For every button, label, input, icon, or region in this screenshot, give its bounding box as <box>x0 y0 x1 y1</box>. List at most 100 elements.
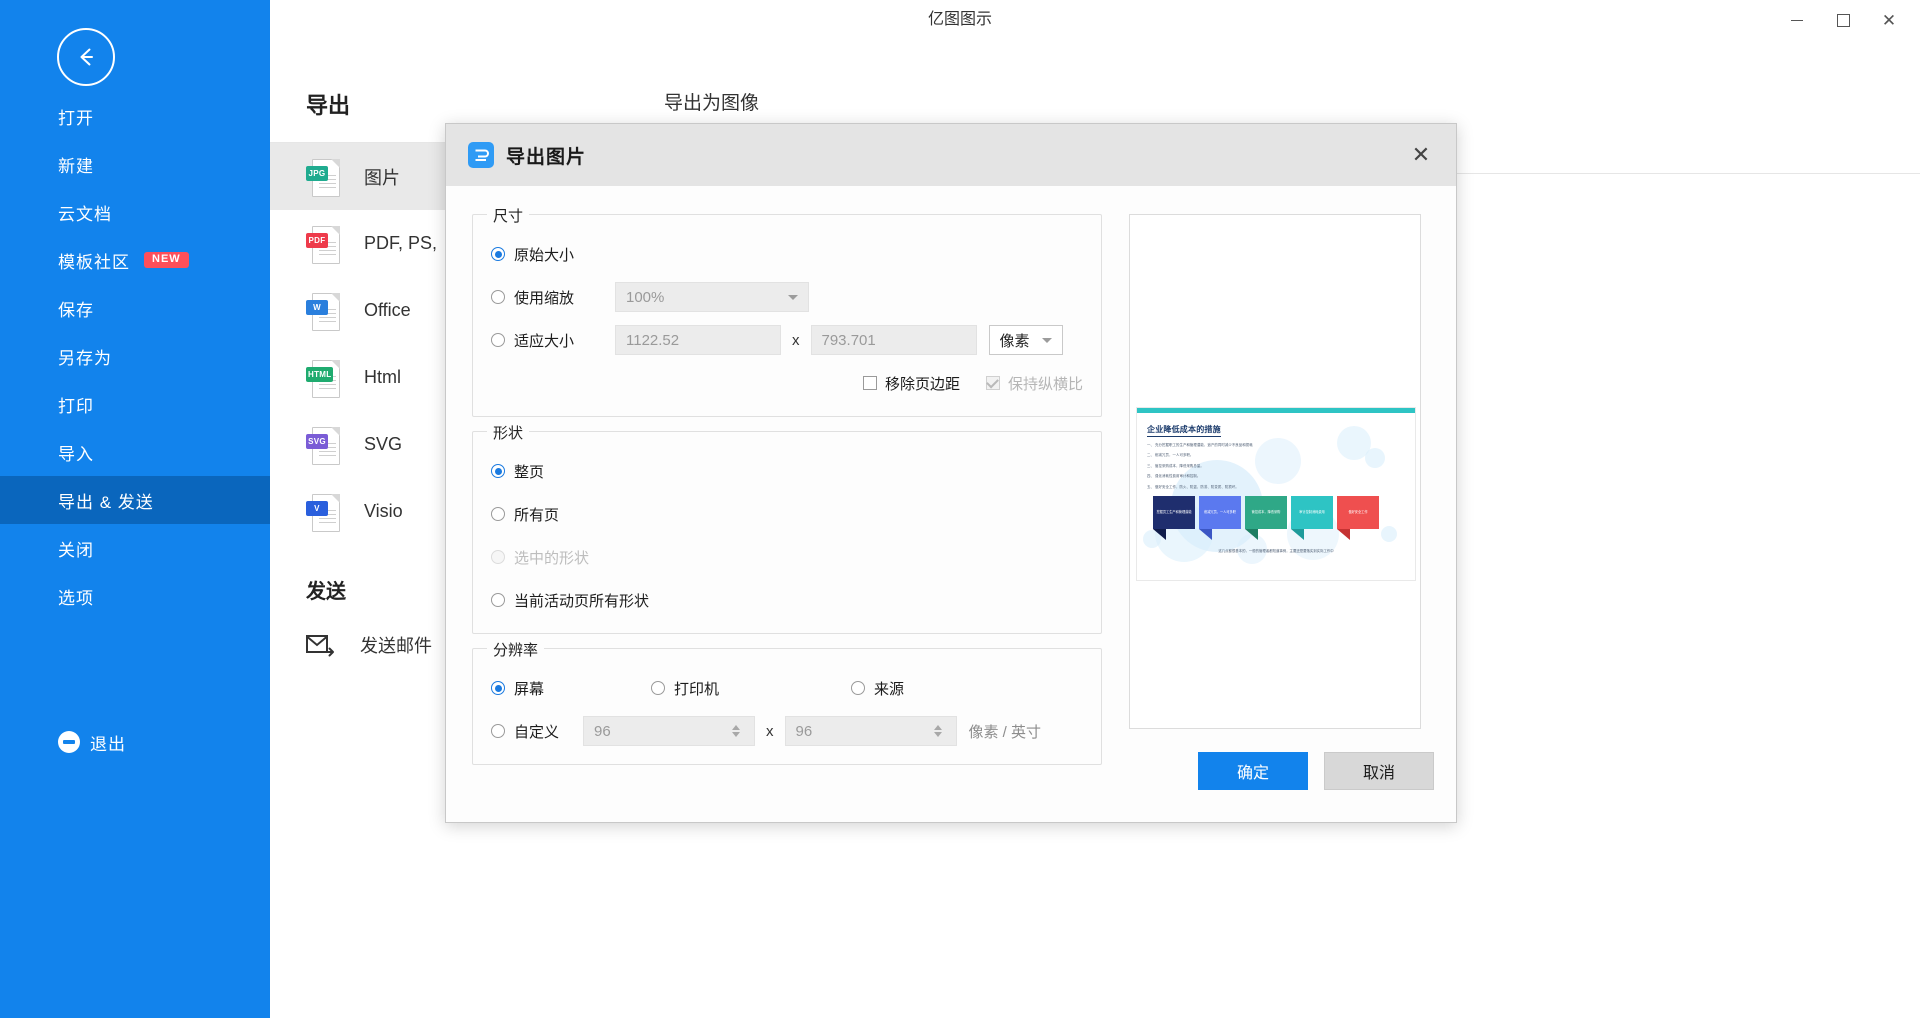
sidebar-item-close[interactable]: 关闭 <box>0 524 270 572</box>
shape-group: 形状 整页 所有页 选中的形状 当前活动页所有形状 <box>472 422 1102 634</box>
send-item-label: 发送邮件 <box>360 636 432 656</box>
sidebar-item-label: 保存 <box>58 300 94 320</box>
sidebar-item-label: 另存为 <box>58 348 112 368</box>
sidebar-item-template-community[interactable]: 模板社区 NEW <box>0 236 270 284</box>
radio-selected-shapes: 选中的形状 <box>491 547 589 568</box>
sidebar-item-label: 退出 <box>90 734 126 754</box>
scale-select[interactable]: 100% <box>615 282 809 312</box>
checkbox-box-icon <box>862 376 877 390</box>
shape-group-legend: 形状 <box>487 422 530 443</box>
radio-dot-icon <box>491 550 505 564</box>
jpg-file-icon: JPG <box>306 157 340 197</box>
maximize-icon <box>1836 13 1850 27</box>
radio-label: 所有页 <box>514 506 560 524</box>
radio-source-dpi[interactable]: 来源 <box>851 678 904 699</box>
back-arrow-icon <box>80 48 93 66</box>
minimize-icon <box>1791 19 1803 21</box>
size-unit-select[interactable]: 像素 <box>988 325 1063 355</box>
sidebar-menu: 打开 新建 云文档 模板社区 NEW 保存 另存为 打印 导入 导出 & 发送 … <box>0 92 270 620</box>
sidebar-item-label: 模板社区 <box>58 252 130 272</box>
sidebar-item-options[interactable]: 选项 <box>0 572 270 620</box>
dialog-title: 导出图片 <box>506 146 587 168</box>
size-checkbox-row: 移除页边距 保持纵横比 <box>491 366 1083 400</box>
word-file-icon: W <box>306 291 340 331</box>
sidebar-item-label: 选项 <box>58 588 94 608</box>
dialog-body: 尺寸 原始大小 使用缩放 100% 适应大小 1122.52 x 793.701… <box>446 186 1456 822</box>
radio-all-pages[interactable]: 所有页 <box>491 504 559 525</box>
export-item-label: Html <box>364 367 401 387</box>
new-badge: NEW <box>144 252 189 268</box>
radio-whole-page[interactable]: 整页 <box>491 461 544 482</box>
height-value: 793.701 <box>821 331 876 349</box>
preview-top-bar <box>1137 408 1415 413</box>
cancel-button[interactable]: 取消 <box>1324 752 1434 790</box>
radio-label: 整页 <box>514 463 545 481</box>
preview-body-lines: 一、 充分挖掘职工的生产和管理潜能，追产的同时减少不良品和损耗 二、 削减冗员，… <box>1147 442 1362 494</box>
sidebar-item-import[interactable]: 导入 <box>0 428 270 476</box>
export-item-label: Visio <box>364 501 403 521</box>
preview-line: 一、 充分挖掘职工的生产和管理潜能，追产的同时减少不良品和损耗 <box>1147 443 1253 447</box>
shape-option-row: 所有页 <box>491 497 1083 531</box>
size-original-row: 原始大小 <box>491 237 1083 271</box>
resolution-preset-row: 屏幕 打印机 来源 <box>491 671 1083 705</box>
radio-label: 适应大小 <box>514 332 575 350</box>
radio-label: 选中的形状 <box>514 549 590 567</box>
sidebar-item-save-as[interactable]: 另存为 <box>0 332 270 380</box>
radio-original-size[interactable]: 原始大小 <box>491 244 574 265</box>
export-item-label: PDF, PS, <box>364 233 438 253</box>
checkbox-keep-ratio: 保持纵横比 <box>985 373 1083 394</box>
radio-dot-icon <box>491 464 505 478</box>
shape-option-row: 选中的形状 <box>491 540 1083 574</box>
preview-ribbon-label: 削减冗员，一人可多职 <box>1199 496 1241 529</box>
preview-ribbon-label: 挖掘员工生产和管理潜能 <box>1153 496 1195 529</box>
maximize-button[interactable] <box>1820 2 1866 38</box>
preview-footer-text: 这几点都很基本的，一般的管理者都知道事例，主要还是要落实到实际工作中 <box>1218 549 1334 553</box>
svg-file-icon: SVG <box>306 425 340 465</box>
export-item-label: SVG <box>364 434 403 454</box>
dimension-separator: x <box>792 331 800 349</box>
resolution-group-legend: 分辨率 <box>487 639 545 660</box>
sidebar-item-open[interactable]: 打开 <box>0 92 270 140</box>
preview-ribbon: 削减冗员，一人可多职 <box>1199 496 1241 540</box>
width-input[interactable]: 1122.52 <box>615 325 781 355</box>
sidebar-item-new[interactable]: 新建 <box>0 140 270 188</box>
close-icon: ✕ <box>1881 10 1897 30</box>
sidebar-item-print[interactable]: 打印 <box>0 380 270 428</box>
size-group: 尺寸 原始大小 使用缩放 100% 适应大小 1122.52 x 793.701… <box>472 205 1102 417</box>
sidebar-item-export-send[interactable]: 导出 & 发送 <box>0 476 270 524</box>
radio-printer-dpi[interactable]: 打印机 <box>651 678 851 699</box>
radio-dot-icon <box>491 507 505 521</box>
sidebar-item-label: 导入 <box>58 444 94 464</box>
pdf-file-icon: PDF <box>306 224 340 264</box>
height-input[interactable]: 793.701 <box>810 325 977 355</box>
radio-all-shapes-current-page[interactable]: 当前活动页所有形状 <box>491 590 649 611</box>
sidebar-item-exit[interactable]: 退出 <box>0 718 270 766</box>
minimize-button[interactable] <box>1774 2 1820 38</box>
checkbox-label: 保持纵横比 <box>1007 375 1083 393</box>
file-tag: V <box>306 500 328 516</box>
content-title: 导出为图像 <box>664 93 760 114</box>
sidebar-item-save[interactable]: 保存 <box>0 284 270 332</box>
radio-use-scale[interactable]: 使用缩放 <box>491 287 603 308</box>
radio-label: 打印机 <box>674 680 720 698</box>
radio-dot-icon <box>491 290 505 304</box>
radio-fit-size[interactable]: 适应大小 <box>491 330 603 351</box>
dialog-close-button[interactable]: ✕ <box>1404 138 1438 172</box>
checkbox-remove-margin[interactable]: 移除页边距 <box>862 373 960 394</box>
close-window-button[interactable]: ✕ <box>1866 2 1912 38</box>
chevron-down-icon <box>1041 337 1052 343</box>
export-item-label: 图片 <box>364 167 400 188</box>
back-button[interactable] <box>57 28 115 86</box>
width-value: 1122.52 <box>626 331 680 349</box>
sidebar-item-cloud-doc[interactable]: 云文档 <box>0 188 270 236</box>
export-image-dialog: 导出图片 ✕ 尺寸 原始大小 使用缩放 100% 适应大小 1122.52 x … <box>445 123 1457 823</box>
window-controls: ✕ <box>1774 0 1912 40</box>
preview-line: 五、 做好安全工作，防火、防盗、防涝、防变质、防损坏。 <box>1147 484 1239 489</box>
sidebar-item-label: 打印 <box>58 396 94 416</box>
app-window: 亿图图示 ✕ AD <box>0 0 1920 1018</box>
radio-screen-dpi[interactable]: 屏幕 <box>491 678 651 699</box>
radio-dot-icon <box>491 681 505 695</box>
preview-page: 企业降低成本的措施 一、 充分挖掘职工的生产和管理潜能，追产的同时减少不良品和损… <box>1136 407 1416 581</box>
ok-button[interactable]: 确定 <box>1198 752 1308 790</box>
left-sidebar: 打开 新建 云文档 模板社区 NEW 保存 另存为 打印 导入 导出 & 发送 … <box>0 0 270 1018</box>
